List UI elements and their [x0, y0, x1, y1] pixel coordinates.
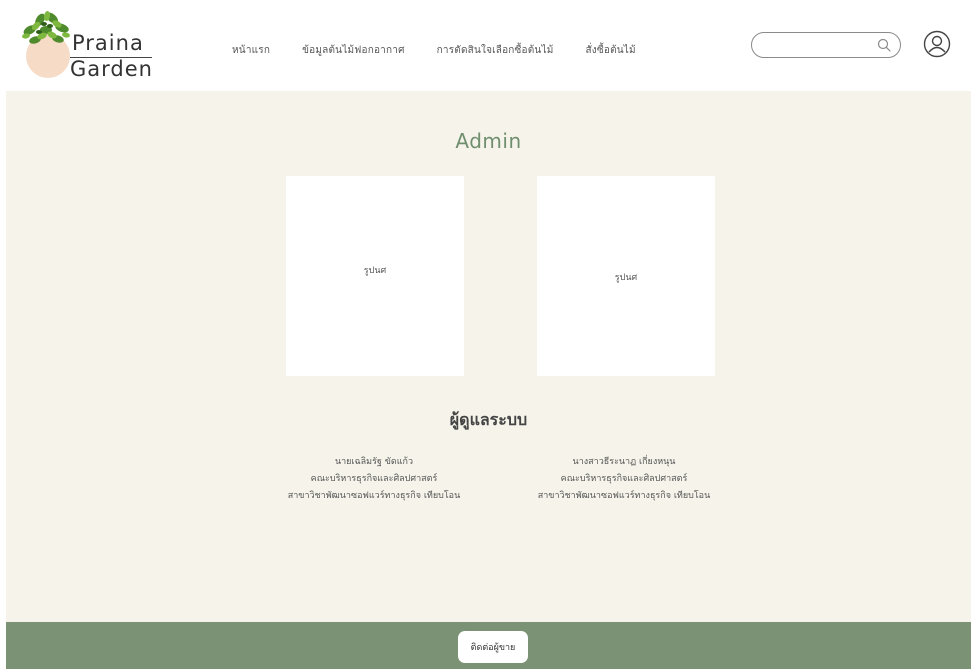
nav-item-plant-info[interactable]: ข้อมูลต้นไม้ฟอกอากาศ	[302, 43, 405, 58]
admin-major: สาขาวิชาพัฒนาซอฟแวร์ทางธุรกิจ เทียบโอน	[537, 491, 711, 501]
section-title: ผู้ดูแลระบบ	[449, 410, 528, 429]
photo-label: รูปนศ	[614, 273, 638, 283]
admin-info: นายเฉลิมรัฐ ขัดแก้ว คณะบริหารธุรกิจและศิ…	[259, 454, 489, 505]
search-input[interactable]	[762, 36, 872, 54]
nav-item-home[interactable]: หน้าแรก	[232, 43, 270, 58]
site-footer: ติดต่อผู้ขาย	[6, 622, 971, 669]
admin-name: นายเฉลิมรัฐ ขัดแก้ว	[334, 457, 414, 467]
user-icon[interactable]	[923, 30, 951, 58]
admin-photo-placeholder: รูปนศ	[286, 176, 464, 376]
photo-label: รูปนศ	[363, 266, 387, 276]
page-title: Admin	[455, 129, 522, 153]
main-content: Admin รูปนศ รูปนศ ผู้ดูแลระบบ นายเฉลิมรั…	[6, 91, 971, 622]
admin-photo-placeholder: รูปนศ	[537, 176, 715, 376]
brand-logo[interactable]: Praina Garden	[20, 8, 160, 80]
admin-major: สาขาวิชาพัฒนาซอฟแวร์ทางธุรกิจ เทียบโอน	[287, 491, 461, 501]
admin-faculty: คณะบริหารธุรกิจและศิลปศาสตร์	[310, 474, 438, 484]
site-header: Praina Garden หน้าแรก ข้อมูลต้นไม้ฟอกอาก…	[0, 0, 971, 91]
search-box	[751, 32, 901, 58]
admin-faculty: คณะบริหารธุรกิจและศิลปศาสตร์	[560, 474, 688, 484]
brand-name-line1: Praina	[72, 31, 144, 55]
search-icon[interactable]	[877, 38, 891, 52]
plant-icon	[22, 11, 70, 44]
nav-item-order[interactable]: สั่งซื้อต้นไม้	[586, 43, 636, 58]
contact-seller-button[interactable]: ติดต่อผู้ขาย	[458, 631, 528, 663]
admin-name: นางสาวธีระนาฏ เกี่ยงหนุน	[572, 457, 676, 467]
main-nav: หน้าแรก ข้อมูลต้นไม้ฟอกอากาศ การตัดสินใจ…	[232, 40, 636, 60]
brand-name-line2: Garden	[70, 57, 153, 81]
admin-info: นางสาวธีระนาฏ เกี่ยงหนุน คณะบริหารธุรกิจ…	[509, 454, 739, 505]
nav-item-buying-guide[interactable]: การตัดสินใจเลือกซื้อต้นไม้	[437, 43, 554, 58]
